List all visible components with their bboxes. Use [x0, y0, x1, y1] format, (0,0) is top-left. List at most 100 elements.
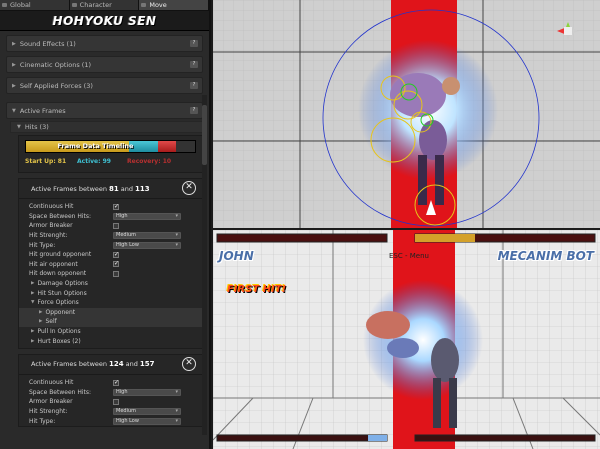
af-end-frame[interactable]: 157: [140, 360, 155, 368]
space-between-hits-dropdown[interactable]: High: [113, 212, 181, 220]
force-opponent-label: Opponent: [45, 308, 76, 316]
cinematic-options-foldout[interactable]: ▶ Cinematic Options (1) ?: [6, 56, 203, 73]
editor-tabs: Global Character Move: [0, 0, 209, 11]
chevron-down-icon: ▼: [17, 124, 21, 130]
timeline-tail: [176, 141, 195, 152]
hit-down-checkbox[interactable]: [113, 270, 119, 277]
first-hit-text: FIRST HIT!: [227, 284, 287, 295]
hit-stun-options-label: Hit Stun Options: [37, 289, 87, 297]
hit-type-row: Hit Type: High Low: [19, 416, 202, 426]
esc-menu-label: ESC - Menu: [389, 252, 429, 260]
af-end-frame[interactable]: 113: [135, 185, 150, 193]
scrollbar-thumb[interactable]: [202, 105, 207, 165]
hit-air-checkbox[interactable]: ✓: [113, 261, 119, 268]
close-icon[interactable]: ✕: [182, 356, 196, 371]
hurt-boxes-foldout[interactable]: ▶ Hurt Boxes (2): [19, 336, 202, 346]
chevron-right-icon: ▶: [31, 290, 35, 296]
inspector-scrollbar[interactable]: [202, 95, 207, 435]
force-options-foldout[interactable]: ▼ Force Options: [19, 298, 202, 308]
armor-breaker-checkbox[interactable]: [113, 398, 119, 405]
af-between: between: [78, 184, 107, 193]
startup-stat: Start Up: 81: [25, 158, 67, 165]
close-icon[interactable]: ✕: [182, 181, 196, 195]
sound-effects-foldout[interactable]: ▶ Sound Effects (1) ?: [6, 35, 203, 52]
af-prefix: Active Frames: [31, 360, 77, 369]
scene-view[interactable]: [213, 0, 600, 228]
tab-character[interactable]: Character: [69, 0, 140, 10]
space-between-hits-label: Space Between Hits:: [29, 388, 92, 396]
help-icon[interactable]: ?: [190, 82, 198, 89]
chevron-right-icon: ▶: [12, 40, 16, 47]
hit-down-row: Hit down opponent: [19, 269, 202, 279]
force-opponent-foldout[interactable]: ▶ Opponent: [19, 307, 202, 318]
hit-strength-dropdown[interactable]: Medium: [113, 407, 181, 415]
active-frames-header: Active Frames between 81 and 113: [19, 179, 202, 199]
hit-type-dropdown[interactable]: High Low: [113, 241, 181, 249]
timeline-label: Frame Data Timeline: [57, 142, 134, 150]
force-self-foldout[interactable]: ▶ Self: [19, 317, 202, 327]
hit-down-label: Hit down opponent: [29, 270, 87, 278]
help-icon[interactable]: ?: [190, 61, 198, 68]
af-prefix: Active Frames: [31, 184, 77, 193]
af-and: and: [120, 184, 133, 193]
frame-data-timeline[interactable]: Frame Data Timeline: [25, 140, 196, 153]
hit-air-row: Hit air opponent ✓: [19, 260, 202, 270]
chevron-down-icon: ▼: [12, 107, 16, 114]
armor-breaker-label: Armor Breaker: [29, 222, 73, 230]
player2-meter-bar: [414, 434, 596, 442]
recovery-stat: Recovery: 10: [127, 158, 172, 165]
chevron-right-icon: ▶: [39, 309, 43, 315]
hit-strength-label: Hit Strenght:: [29, 407, 68, 415]
tab-move[interactable]: Move: [139, 0, 209, 10]
chevron-right-icon: ▶: [12, 82, 16, 89]
continuous-hit-checkbox[interactable]: ✓: [113, 203, 119, 210]
self-applied-forces-label: Self Applied Forces (3): [19, 81, 93, 90]
chevron-right-icon: ▶: [31, 281, 35, 287]
player1-name: JOHN: [219, 249, 254, 263]
hit-type-row: Hit Type: High Low: [19, 240, 202, 250]
help-icon[interactable]: ?: [190, 40, 198, 47]
armor-breaker-checkbox[interactable]: [113, 222, 119, 229]
player1-health-bar: [216, 233, 388, 243]
space-between-hits-dropdown[interactable]: High: [113, 388, 181, 396]
timeline-stats: Start Up: 81 Active: 99 Recovery: 10: [25, 158, 196, 165]
space-between-hits-row: Space Between Hits: High: [19, 388, 202, 398]
hit-air-label: Hit air opponent: [29, 260, 78, 268]
active-frames-block-1: Active Frames between 81 and 113 ✕ Conti…: [18, 178, 203, 349]
sound-effects-label: Sound Effects (1): [19, 39, 76, 48]
armor-breaker-row: Armor Breaker: [19, 397, 202, 407]
cinematic-options-label: Cinematic Options (1): [19, 60, 91, 69]
pull-in-options-foldout[interactable]: ▶ Pull In Options: [19, 327, 202, 337]
pull-in-options-label: Pull In Options: [37, 328, 81, 336]
player2-health-fill: [415, 234, 475, 242]
af-start-frame[interactable]: 124: [109, 360, 124, 368]
hit-stun-options-foldout[interactable]: ▶ Hit Stun Options: [19, 288, 202, 298]
hits-foldout[interactable]: ▼ Hits (3): [10, 121, 203, 133]
self-applied-forces-foldout[interactable]: ▶ Self Applied Forces (3) ?: [6, 77, 203, 94]
hit-type-dropdown[interactable]: High Low: [113, 417, 181, 425]
move-editor-panel: Global Character Move HOHYOKU SEN ▶ Soun…: [0, 0, 211, 449]
scene-canvas: [213, 0, 600, 228]
af-start-frame[interactable]: 81: [109, 185, 119, 193]
active-frames-label: Active Frames: [19, 106, 66, 115]
chevron-right-icon: ▶: [12, 61, 16, 68]
force-options-label: Force Options: [37, 299, 79, 307]
space-between-hits-row: Space Between Hits: High: [19, 212, 202, 222]
tab-global[interactable]: Global: [0, 0, 70, 10]
active-frames-foldout[interactable]: ▼ Active Frames ?: [6, 102, 203, 119]
continuous-hit-label: Continuous Hit: [29, 379, 74, 387]
chevron-right-icon: ▶: [31, 329, 35, 335]
hit-strength-row: Hit Strenght: Medium: [19, 407, 202, 417]
hit-ground-row: Hit ground opponent ✓: [19, 250, 202, 260]
hit-strength-label: Hit Strenght:: [29, 232, 68, 240]
hit-type-label: Hit Type:: [29, 417, 56, 425]
hit-ground-checkbox[interactable]: ✓: [113, 251, 119, 258]
logo-text: HOHYOKU SEN: [52, 13, 157, 28]
game-view[interactable]: JOHN MECANIM BOT ESC - Menu FIRST HIT!: [213, 230, 600, 449]
help-icon[interactable]: ?: [190, 107, 198, 114]
player2-name: MECANIM BOT: [497, 249, 594, 263]
hurt-boxes-label: Hurt Boxes (2): [37, 337, 81, 345]
hit-strength-dropdown[interactable]: Medium: [113, 232, 181, 240]
damage-options-foldout[interactable]: ▶ Damage Options: [19, 279, 202, 289]
continuous-hit-checkbox[interactable]: ✓: [113, 379, 119, 386]
